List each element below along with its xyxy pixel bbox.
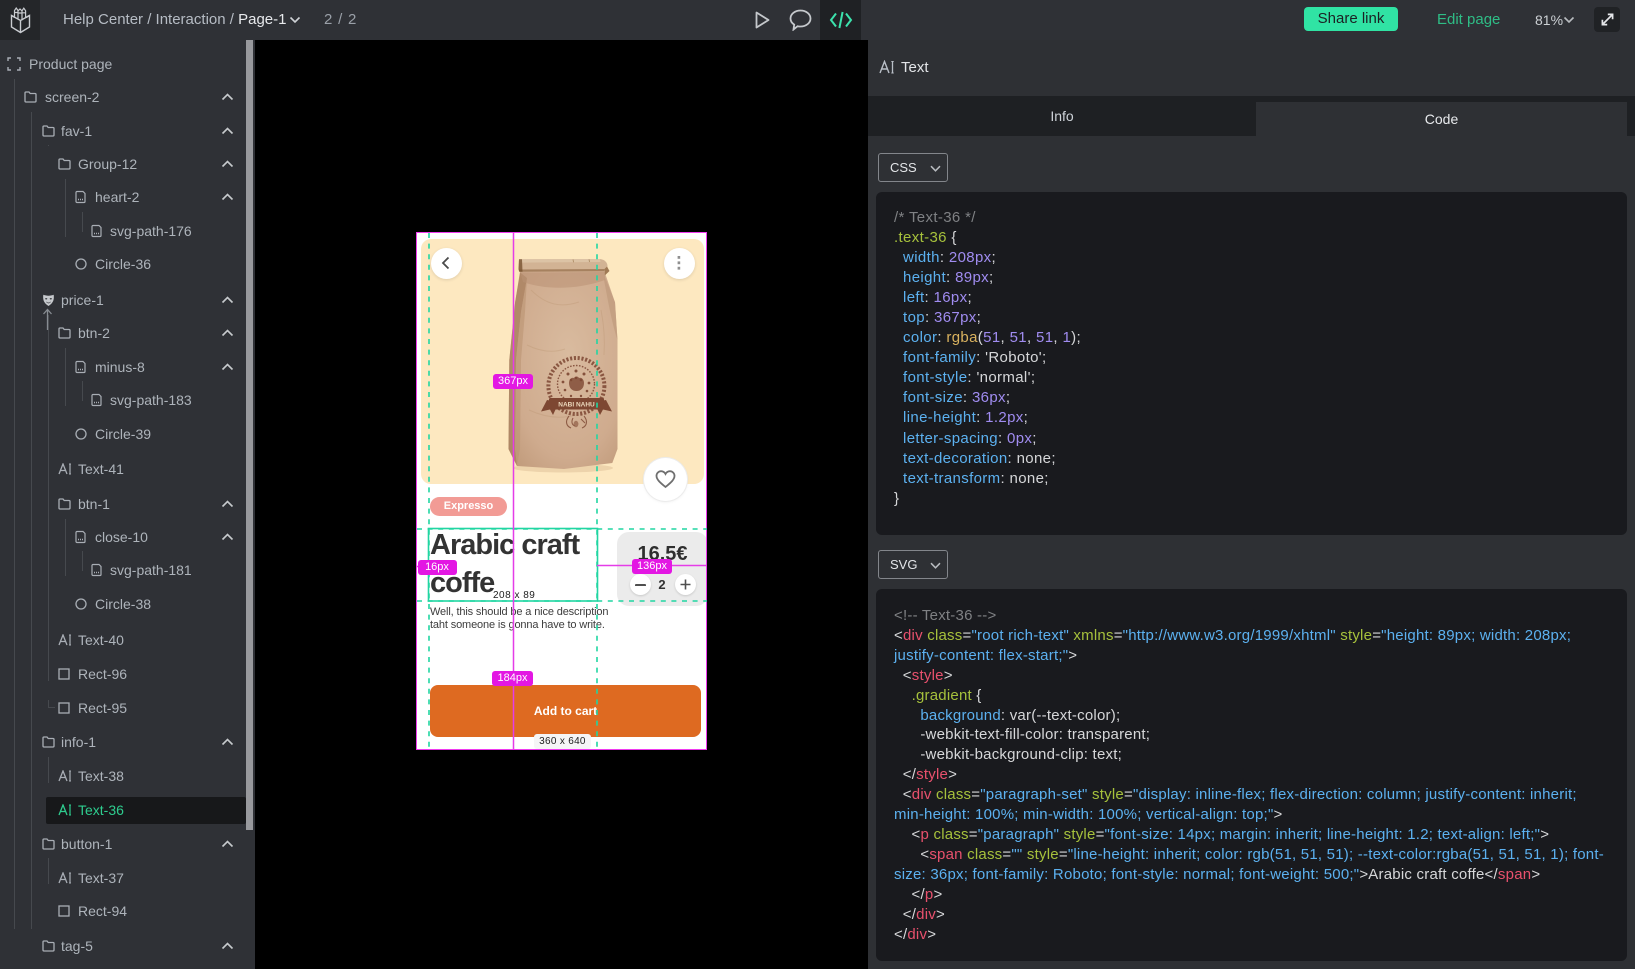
svg-text:NABI NAHU: NABI NAHU [558, 401, 595, 408]
